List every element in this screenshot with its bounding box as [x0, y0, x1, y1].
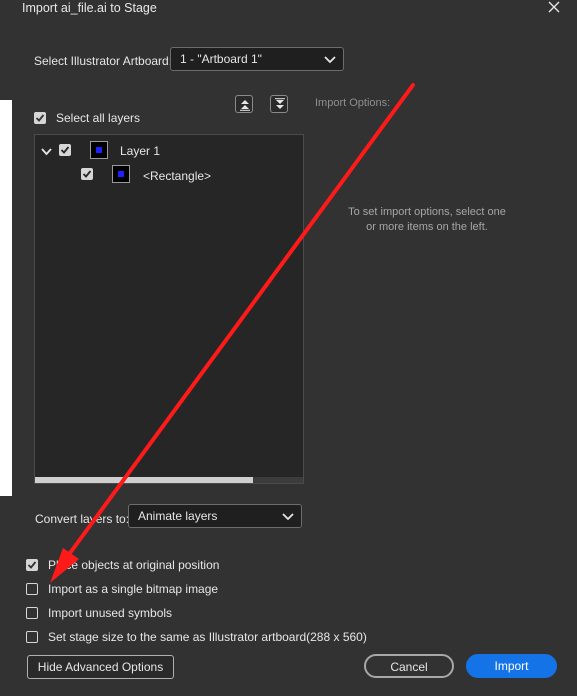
background-window-edge	[0, 100, 12, 496]
layer-thumbnail	[90, 141, 108, 159]
artboard-select[interactable]: 1 - "Artboard 1"	[170, 47, 344, 71]
layer-name[interactable]: Layer 1	[120, 144, 160, 158]
select-all-checkbox[interactable]	[34, 112, 46, 124]
layer-tree: Layer 1 <Rectangle>	[34, 134, 304, 484]
single-bitmap-checkbox[interactable]	[26, 583, 38, 595]
layer-checkbox[interactable]	[59, 144, 71, 156]
import-options-hint: To set import options, select one or mor…	[348, 206, 506, 233]
single-bitmap-label: Import as a single bitmap image	[48, 582, 219, 596]
place-original-label: Place objects at original position	[48, 558, 220, 572]
collapse-all-button[interactable]	[235, 95, 253, 113]
place-original-checkbox[interactable]	[26, 559, 38, 571]
hide-advanced-options-button[interactable]: Hide Advanced Options	[27, 655, 174, 679]
rectangle-name[interactable]: <Rectangle>	[143, 169, 211, 183]
window-title: Import ai_file.ai to Stage	[22, 1, 157, 15]
rectangle-thumbnail	[112, 165, 130, 183]
expand-all-button[interactable]	[270, 95, 288, 113]
close-icon[interactable]	[547, 0, 563, 14]
import-button[interactable]: Import	[466, 654, 557, 678]
unused-symbols-checkbox[interactable]	[26, 607, 38, 619]
cancel-button[interactable]: Cancel	[364, 654, 454, 678]
artboard-label: Select Illustrator Artboard:	[34, 54, 173, 68]
import-dialog: Select Illustrator Artboard: 1 - "Artboa…	[12, 18, 577, 696]
unused-symbols-label: Import unused symbols	[48, 606, 173, 620]
chevron-down-icon[interactable]	[41, 145, 52, 159]
chevron-down-icon	[324, 54, 336, 68]
select-all-label: Select all layers	[56, 111, 141, 125]
rectangle-checkbox[interactable]	[81, 168, 93, 180]
title-bar: Import ai_file.ai to Stage	[0, 0, 577, 18]
convert-layers-select[interactable]: Animate layers	[128, 504, 302, 528]
stage-size-checkbox[interactable]	[26, 631, 38, 643]
convert-layers-label: Convert layers to:	[35, 512, 130, 526]
horizontal-scrollbar-thumb[interactable]	[35, 477, 253, 483]
import-options-label: Import Options:	[315, 97, 391, 109]
convert-layers-value: Animate layers	[138, 509, 218, 523]
stage-size-label: Set stage size to the same as Illustrato…	[48, 630, 367, 644]
chevron-down-icon	[282, 511, 294, 525]
artboard-select-value: 1 - "Artboard 1"	[180, 52, 262, 66]
